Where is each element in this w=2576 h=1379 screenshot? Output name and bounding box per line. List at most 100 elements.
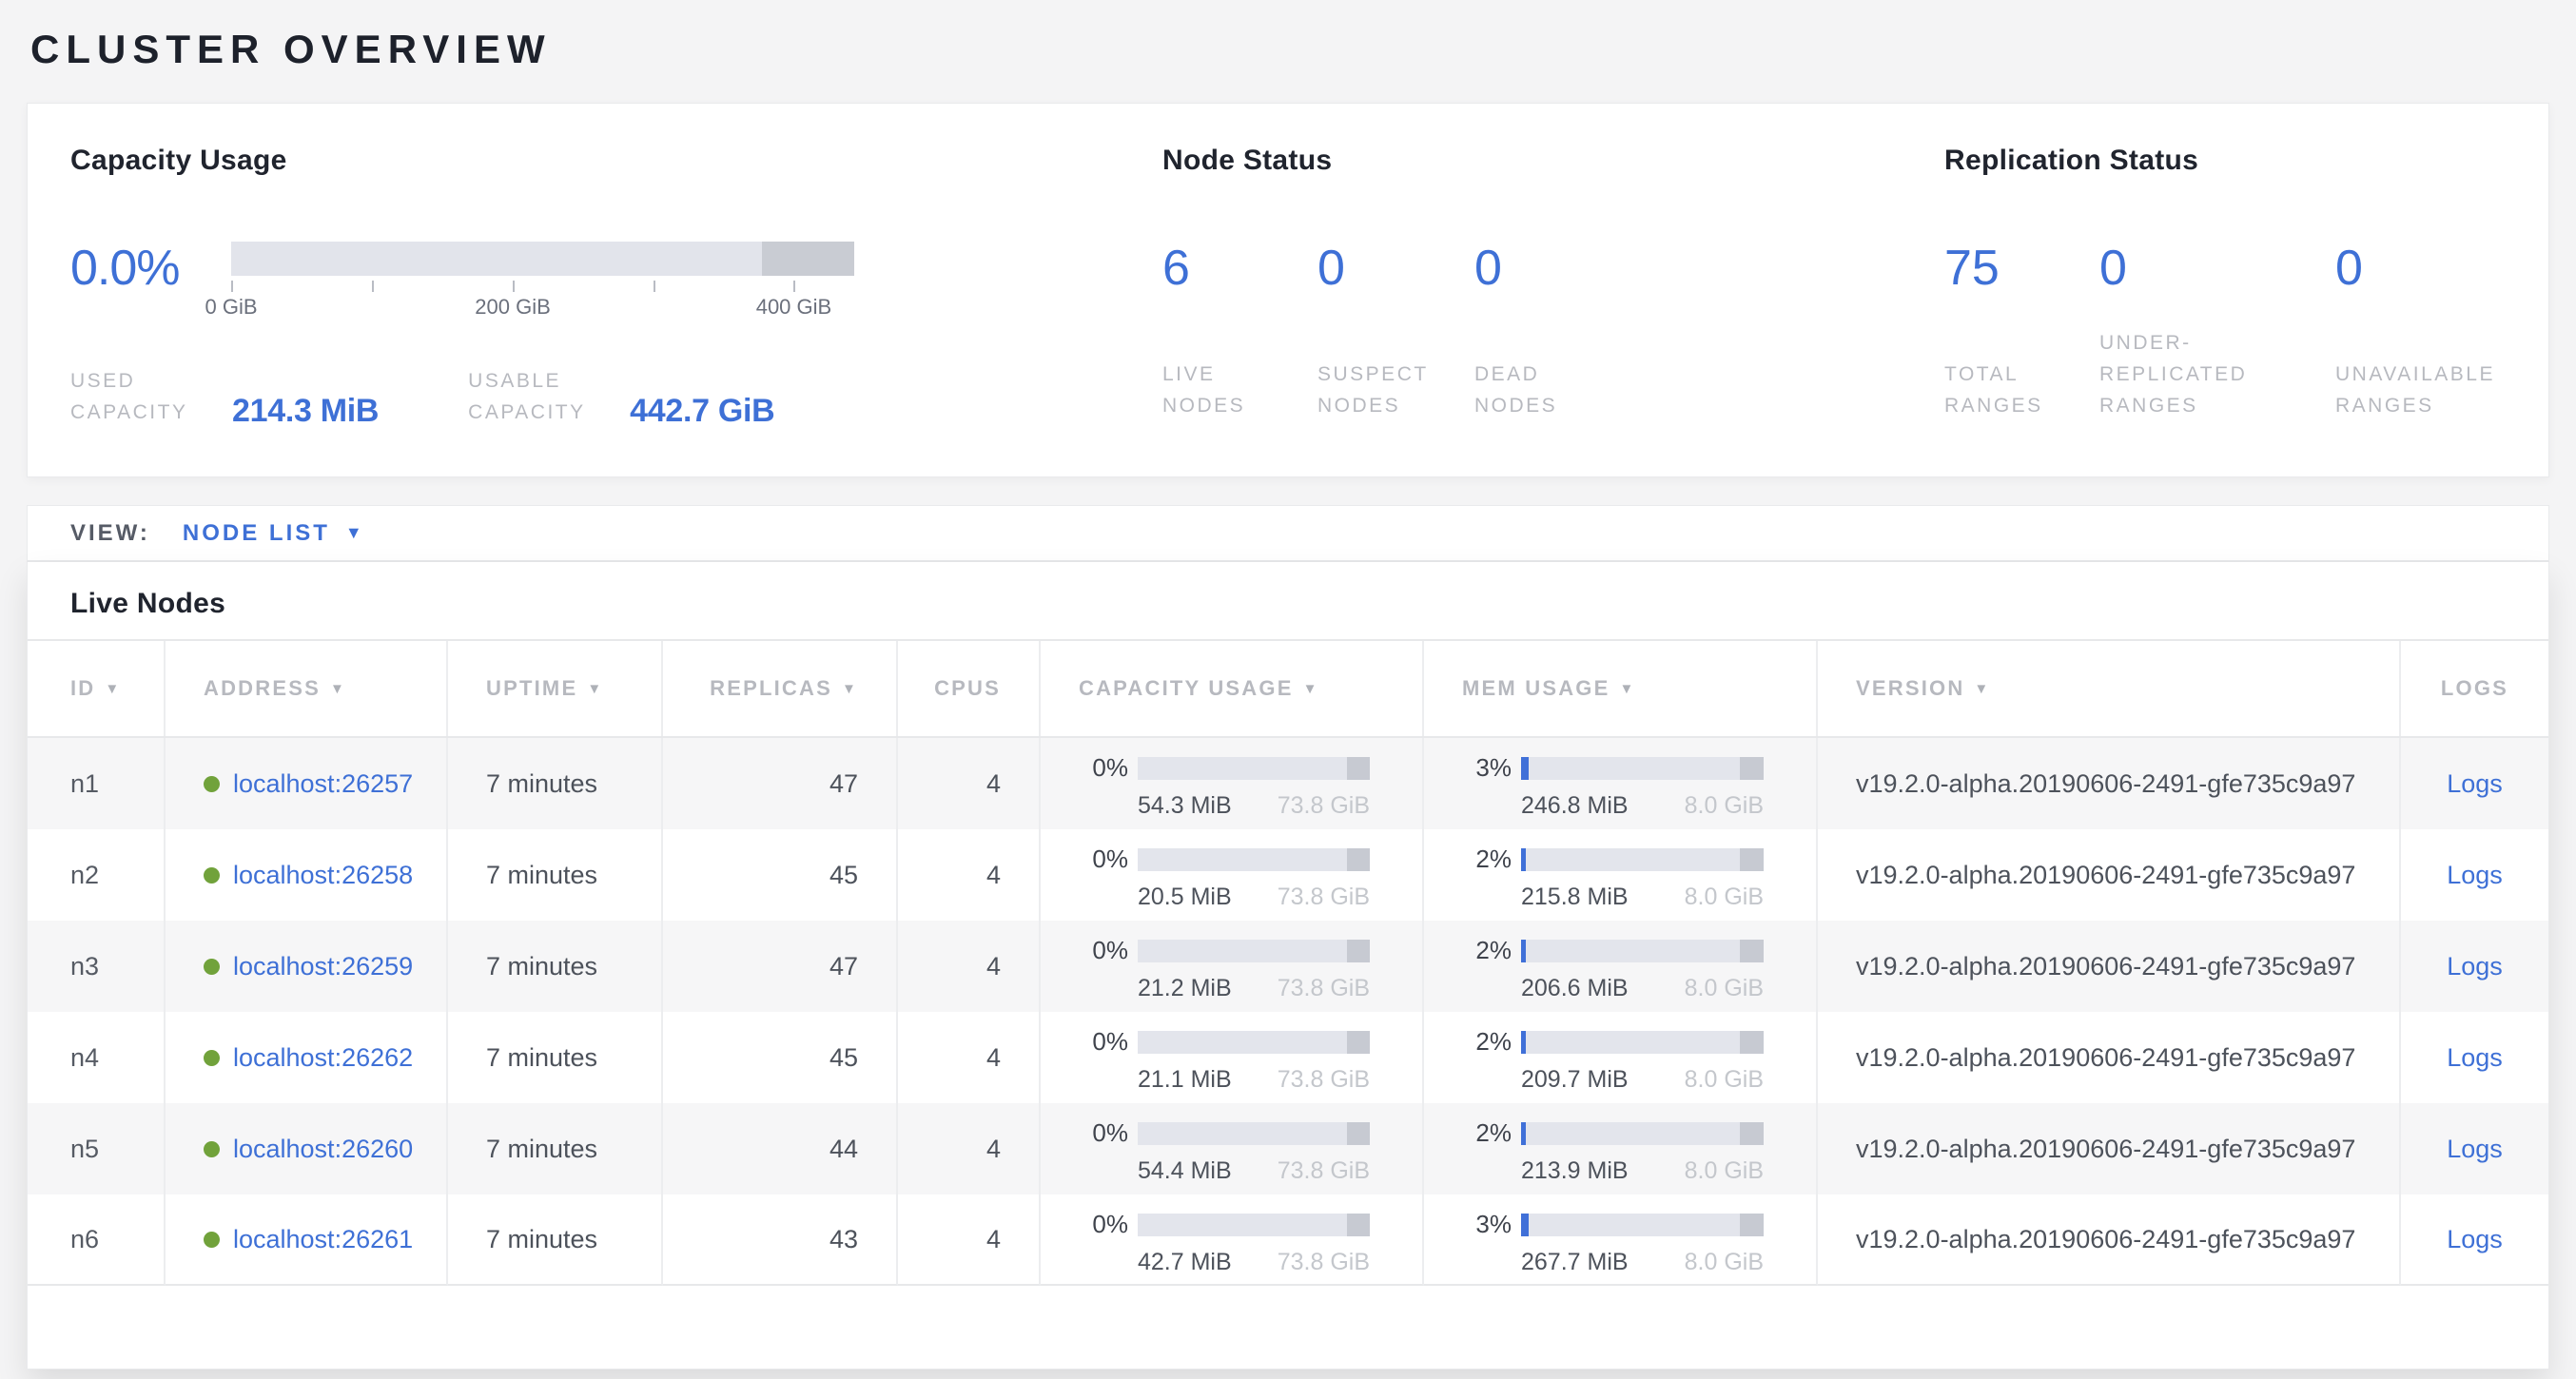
capacity-usage-bar-track: [1138, 1122, 1370, 1145]
node-id-cell: n5: [28, 1103, 166, 1194]
column-header-label: REPLICAS: [710, 676, 832, 701]
node-status-stat-label: DEADNODES: [1474, 327, 1557, 421]
replicas-cell: 47: [663, 738, 898, 829]
mem-usage-cell: 2%206.6 MiB8.0 GiB: [1424, 921, 1818, 1012]
mem-usage-bar-track: [1521, 940, 1764, 962]
mem-usage-cell: 2%215.8 MiB8.0 GiB: [1424, 829, 1818, 921]
sort-arrow-icon: ▼: [1619, 681, 1635, 697]
column-header-capacity[interactable]: CAPACITY USAGE▼: [1041, 641, 1424, 736]
capacity-usage-cell: 0%54.4 MiB73.8 GiB: [1041, 1103, 1424, 1194]
column-header-label: VERSION: [1856, 676, 1964, 701]
logs-link[interactable]: Logs: [2447, 1043, 2503, 1073]
logs-cell: Logs: [2401, 1194, 2548, 1286]
address-cell: localhost:26262: [166, 1012, 448, 1103]
logs-link[interactable]: Logs: [2447, 1225, 2503, 1254]
replication-stat-label: TOTALRANGES: [1944, 327, 2099, 421]
table-row: n1localhost:262577 minutes4740%54.3 MiB7…: [28, 738, 2548, 829]
mem-used-value: 267.7 MiB: [1521, 1249, 1629, 1276]
mem-usage-bar-other-segment: [1740, 1122, 1765, 1145]
column-header-mem[interactable]: MEM USAGE ▼: [1424, 641, 1818, 736]
capacity-axis-labels: 0 GiB200 GiB400 GiB: [231, 289, 854, 318]
node-status-stat: 6LIVENODES: [1162, 240, 1317, 421]
cpus-cell: 4: [898, 1012, 1041, 1103]
node-status-title: Node Status: [1162, 145, 1944, 177]
column-header-id[interactable]: ID▼: [28, 641, 166, 736]
mem-usage-percent: 2%: [1462, 936, 1512, 965]
mem-total-value: 8.0 GiB: [1685, 884, 1764, 911]
capacity-axis-ticks: [231, 276, 854, 289]
replicas-cell: 43: [663, 1194, 898, 1286]
used-capacity-stat: USED CAPACITY 214.3 MiB: [70, 365, 379, 428]
column-header-label: MEM USAGE: [1462, 676, 1610, 701]
usable-capacity-label-line2: CAPACITY: [468, 401, 585, 423]
address-link[interactable]: localhost:26261: [233, 1225, 413, 1254]
version-text: v19.2.0-alpha.20190606-2491-gfe735c9a97: [1856, 1135, 2355, 1164]
view-mode-dropdown[interactable]: NODE LIST ▼: [183, 520, 362, 547]
address-link[interactable]: localhost:26258: [233, 861, 413, 890]
cpus-cell: 4: [898, 1103, 1041, 1194]
mem-usage-bar-used-segment: [1521, 1122, 1526, 1145]
mem-usage-cell: 2%213.9 MiB8.0 GiB: [1424, 1103, 1818, 1194]
capacity-usage-percent: 0%: [1079, 1210, 1128, 1239]
replication-stat: 0UNDER-REPLICATEDRANGES: [2099, 240, 2335, 421]
address-link[interactable]: localhost:26259: [233, 952, 413, 981]
capacity-usage-cell: 0%42.7 MiB73.8 GiB: [1041, 1194, 1424, 1286]
mem-usage-percent: 3%: [1462, 753, 1512, 783]
column-header-logs: LOGS: [2401, 641, 2548, 736]
logs-link[interactable]: Logs: [2447, 952, 2503, 981]
axis-tick-label: 200 GiB: [475, 295, 551, 320]
version-text: v19.2.0-alpha.20190606-2491-gfe735c9a97: [1856, 769, 2355, 799]
column-header-address[interactable]: ADDRESS▼: [166, 641, 448, 736]
address-link[interactable]: localhost:26260: [233, 1135, 413, 1164]
address-cell: localhost:26259: [166, 921, 448, 1012]
capacity-usage-bar-other-segment: [1347, 1031, 1370, 1054]
column-header-uptime[interactable]: UPTIME▼: [448, 641, 663, 736]
logs-cell: Logs: [2401, 829, 2548, 921]
sort-arrow-icon: ▼: [1974, 681, 1990, 697]
version-cell: v19.2.0-alpha.20190606-2491-gfe735c9a97: [1818, 921, 2401, 1012]
address-cell: localhost:26261: [166, 1194, 448, 1286]
capacity-usage-cell: 0%20.5 MiB73.8 GiB: [1041, 829, 1424, 921]
node-status-stat: 0 DEADNODES: [1474, 240, 1557, 421]
mem-usage-bar-other-segment: [1740, 1214, 1765, 1236]
version-cell: v19.2.0-alpha.20190606-2491-gfe735c9a97: [1818, 1194, 2401, 1286]
uptime-cell: 7 minutes: [448, 1012, 663, 1103]
capacity-usage-bar-track: [1138, 1031, 1370, 1054]
table-row: n3localhost:262597 minutes4740%21.2 MiB7…: [28, 921, 2548, 1012]
table-row: n4localhost:262627 minutes4540%21.1 MiB7…: [28, 1012, 2548, 1103]
replicas-cell: 47: [663, 921, 898, 1012]
version-cell: v19.2.0-alpha.20190606-2491-gfe735c9a97: [1818, 1103, 2401, 1194]
capacity-usage-cell: 0%54.3 MiB73.8 GiB: [1041, 738, 1424, 829]
logs-cell: Logs: [2401, 1012, 2548, 1103]
used-capacity-value: 214.3 MiB: [232, 394, 379, 428]
address-link[interactable]: localhost:26257: [233, 769, 413, 799]
version-text: v19.2.0-alpha.20190606-2491-gfe735c9a97: [1856, 1043, 2355, 1073]
cpus-cell: 4: [898, 1194, 1041, 1286]
node-status-stat-value: 0: [1474, 240, 1557, 297]
column-header-cpus: CPUS: [898, 641, 1041, 736]
usable-capacity-value: 442.7 GiB: [630, 394, 774, 428]
logs-cell: Logs: [2401, 1103, 2548, 1194]
uptime-cell: 7 minutes: [448, 1194, 663, 1286]
column-header-label: LOGS: [2441, 676, 2508, 701]
live-nodes-table: ID▼ADDRESS▼UPTIME▼REPLICAS▼CPUSCAPACITY …: [28, 639, 2548, 1286]
capacity-usage-bar-track: [1138, 848, 1370, 871]
column-header-replicas[interactable]: REPLICAS▼: [663, 641, 898, 736]
column-header-version[interactable]: VERSION ▼: [1818, 641, 2401, 736]
capacity-bar-track: [231, 242, 854, 276]
mem-usage-bar-track: [1521, 1122, 1764, 1145]
logs-link[interactable]: Logs: [2447, 861, 2503, 890]
column-header-label: ADDRESS: [204, 676, 321, 701]
logs-link[interactable]: Logs: [2447, 1135, 2503, 1164]
address-link[interactable]: localhost:26262: [233, 1043, 413, 1073]
version-cell: v19.2.0-alpha.20190606-2491-gfe735c9a97: [1818, 1012, 2401, 1103]
mem-used-value: 215.8 MiB: [1521, 884, 1629, 911]
capacity-total-value: 73.8 GiB: [1278, 1249, 1370, 1276]
column-header-label: CAPACITY USAGE: [1079, 676, 1294, 701]
live-status-icon: [204, 959, 220, 975]
capacity-total-value: 73.8 GiB: [1278, 792, 1370, 820]
view-label: VIEW:: [70, 520, 150, 547]
capacity-usage-percent: 0%: [1079, 845, 1128, 874]
logs-link[interactable]: Logs: [2447, 769, 2503, 799]
capacity-usage-title: Capacity Usage: [70, 145, 1162, 177]
